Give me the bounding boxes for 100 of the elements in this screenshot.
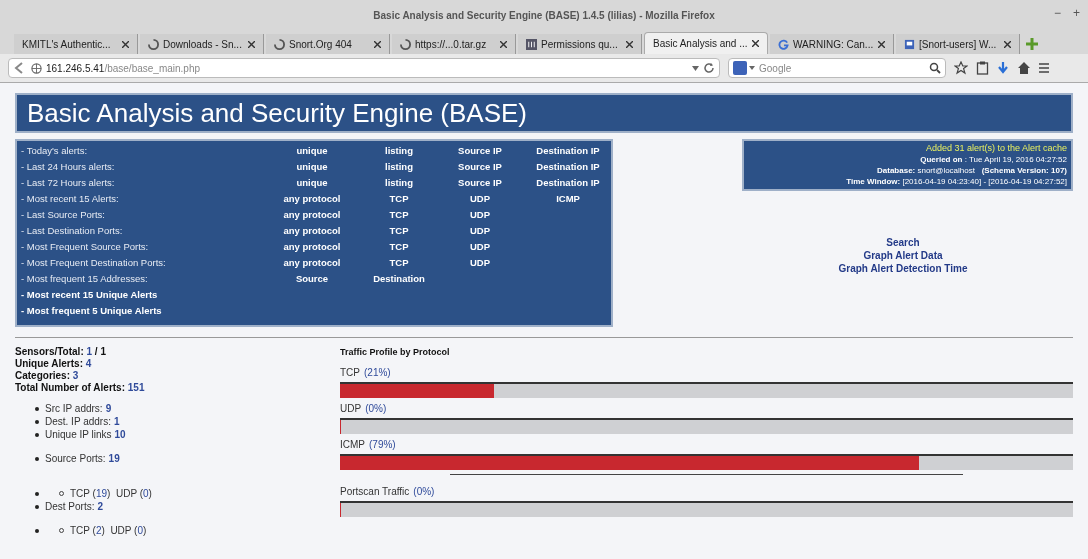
bar-percent-link[interactable]: (21%) [364,364,391,380]
nav-link[interactable]: unique [296,175,328,191]
stat-value-link[interactable]: 4 [85,358,92,370]
nav-link[interactable]: Destination IP [536,175,600,191]
detail-value-link[interactable]: 19 [108,452,120,465]
close-icon[interactable] [248,40,255,48]
action-link[interactable]: Graph Alert Detection Time [838,262,968,275]
search-field[interactable]: Google [759,60,925,76]
count-link[interactable]: 0 [143,487,149,500]
nav-link[interactable]: - Most frequent 5 Unique Alerts [21,303,266,319]
search-icon[interactable] [929,62,941,74]
count-label: TCP ( [70,524,96,537]
close-icon[interactable] [626,40,633,48]
reload-icon[interactable] [703,62,715,74]
nav-link[interactable]: listing [385,159,413,175]
count-label: ) [148,487,152,500]
nav-link[interactable]: - Most recent 15 Unique Alerts [21,287,266,303]
nav-link[interactable]: UDP [469,191,491,207]
nav-link[interactable]: TCP [389,223,409,239]
count-label: ) UDP ( [101,524,138,537]
globe-icon [31,62,42,74]
action-link[interactable]: Graph Alert Data [863,249,943,262]
home-icon[interactable] [1017,61,1031,75]
tab[interactable]: Snort.Org 404 [266,34,390,54]
nav-link[interactable]: UDP [469,239,491,255]
nav-link[interactable]: any protocol [283,223,341,239]
stat-label: Categories: [15,370,71,382]
tab[interactable]: https://...0.tar.gz [392,34,516,54]
bar-percent-link[interactable]: (79%) [369,436,396,452]
nav-link[interactable]: Destination IP [536,159,600,175]
bar-label: ICMP [340,437,365,452]
nav-link[interactable]: listing [385,175,413,191]
star-icon[interactable] [954,61,968,75]
info-line: Queried on : Tue April 19, 2016 04:27:52 [920,154,1067,165]
detail-label: Src IP addrs: [45,402,103,415]
detail-value-link[interactable]: 1 [113,415,120,428]
nav-label: - Last Destination Ports: [21,223,124,238]
bullet [35,456,39,461]
detail-label: Source Ports: [45,452,106,465]
close-icon[interactable] [878,40,885,48]
close-icon[interactable] [1004,40,1011,48]
action-link[interactable]: Search [886,236,920,249]
nav-link[interactable]: unique [296,159,328,175]
tab[interactable]: [Snort-users] W... [896,34,1020,54]
nav-link[interactable]: TCP [389,255,409,271]
nav-link[interactable]: TCP [389,191,409,207]
stat-value-link[interactable]: 151 [127,382,145,394]
cache-notice: Added 31 alert(s) to the Alert cache [925,143,1067,154]
nav-link[interactable]: any protocol [283,255,341,271]
nav-link[interactable]: Destination IP [536,143,600,159]
nav-link[interactable]: TCP [389,239,409,255]
search-bar[interactable]: Google [728,58,946,78]
nav-link[interactable]: UDP [469,223,491,239]
bullet [35,406,39,411]
tab[interactable]: Permissions qu... [518,34,642,54]
nav-link[interactable]: UDP [469,207,491,223]
count-label: ) UDP ( [107,487,143,500]
nav-label: - Most frequent 15 Addresses: [21,271,149,286]
stat-suffix: / 1 [93,346,106,358]
detail-value-link[interactable]: 10 [114,428,126,441]
nav-link[interactable]: Source IP [458,143,502,159]
info-line: Database: snort@localhost (Schema Version: 107) [877,165,1067,176]
detail-label: Dest Ports: [45,500,95,513]
nav-link[interactable]: any protocol [283,207,341,223]
nav-link[interactable]: Source IP [458,159,502,175]
count-link[interactable]: 0 [137,524,143,537]
nav-link[interactable]: ICMP [556,191,580,207]
tab[interactable]: KMITL's Authentic... [14,34,138,54]
tab[interactable]: Basic Analysis and ... [644,32,768,54]
nav-link[interactable]: TCP [389,207,409,223]
nav-link[interactable]: any protocol [283,191,341,207]
close-icon[interactable] [752,40,759,47]
window-control[interactable]: − [1053,4,1061,22]
nav-link[interactable]: unique [296,143,328,159]
stat-label: Total Number of Alerts: [15,382,126,394]
nav-link[interactable]: UDP [469,255,491,271]
search-engine-icon[interactable] [733,61,755,75]
download-icon[interactable] [997,61,1009,75]
detail-value-link[interactable]: 9 [105,402,112,415]
close-icon[interactable] [500,40,507,48]
dropdown-icon[interactable] [692,65,699,71]
clipboard-icon[interactable] [976,61,989,75]
tab[interactable]: WARNING: Can... [770,34,894,54]
menu-icon[interactable] [1039,62,1049,74]
nav-link[interactable]: Destination [373,271,425,287]
address-field[interactable]: 161.246.5.41/base/base_main.php [8,58,720,78]
nav-link[interactable]: any protocol [283,239,341,255]
nav-link[interactable]: Source [295,271,329,287]
nav-link[interactable]: Source IP [458,175,502,191]
detail-value-link[interactable]: 2 [97,500,104,513]
stat-value-link[interactable]: 3 [72,370,79,382]
window-control[interactable]: + [1073,4,1080,22]
tab[interactable]: Downloads - Sn... [140,34,264,54]
stat-value-link[interactable]: 1 [86,346,93,358]
bar-percent-link[interactable]: (0%) [365,400,387,416]
close-icon[interactable] [122,40,129,48]
close-icon[interactable] [374,40,381,48]
nav-link[interactable]: listing [385,143,413,159]
bar-percent-link[interactable]: (0%) [413,483,435,499]
bullet [35,432,39,437]
